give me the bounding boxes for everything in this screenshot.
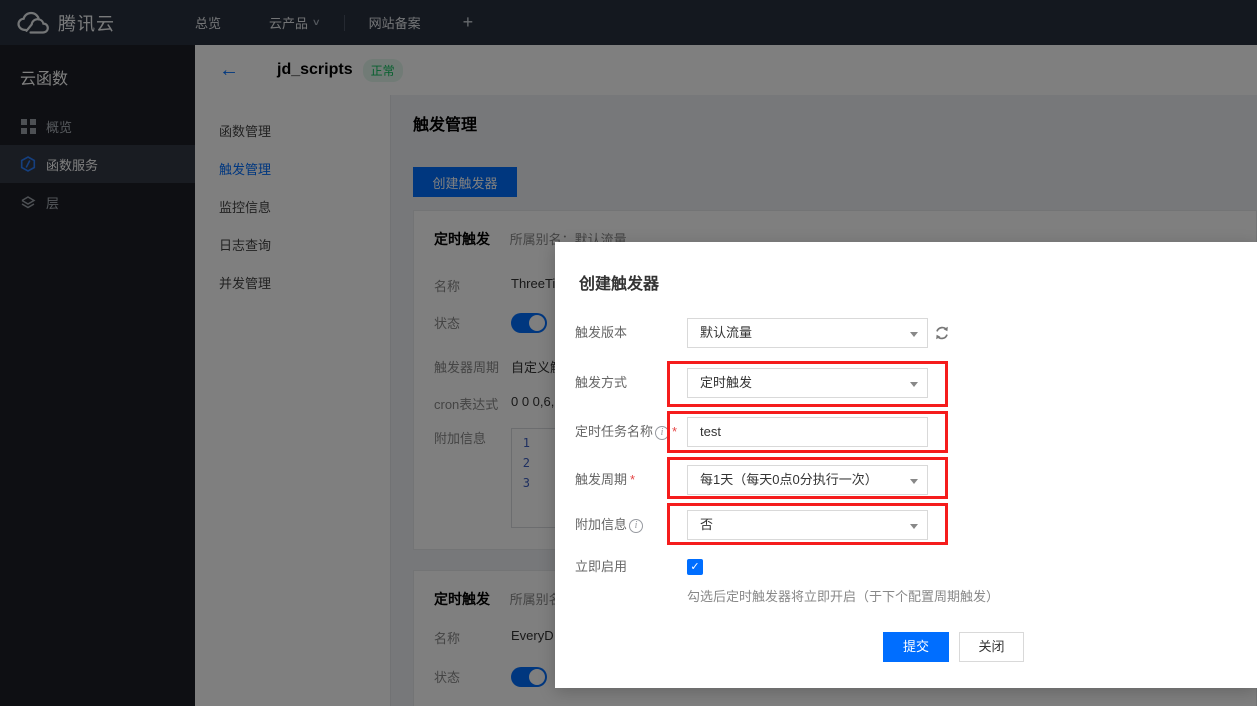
period-select[interactable]: 每1天（每天0点0分执行一次）	[687, 465, 928, 495]
version-select-value: 默认流量	[700, 325, 752, 340]
trigger-type-select[interactable]: 定时触发	[687, 368, 928, 398]
create-trigger-dialog: 创建触发器 触发版本 默认流量 触发方式 定时触发 定时任务名称i*	[555, 242, 1257, 688]
info-icon[interactable]: i	[629, 519, 643, 533]
extra-info-select[interactable]: 否	[687, 510, 928, 540]
info-icon[interactable]: i	[655, 426, 669, 440]
task-name-input-value: test	[700, 424, 721, 439]
trigger-type-select-value: 定时触发	[700, 375, 752, 390]
enable-now-label: 立即启用	[575, 552, 627, 582]
dialog-title: 创建触发器	[579, 270, 659, 294]
extra-info-select-value: 否	[700, 517, 713, 532]
chevron-down-icon	[910, 479, 918, 484]
submit-button[interactable]: 提交	[883, 632, 949, 662]
enable-now-hint: 勾选后定时触发器将立即开启（于下个配置周期触发）	[687, 586, 999, 605]
tencent-cloud-console: 腾讯云 总览 云产品 ∨ 网站备案 + 云函数 概览	[0, 0, 1257, 706]
required-asterisk: *	[630, 472, 635, 487]
extra-info-label: 附加信息i	[575, 510, 643, 540]
trigger-type-label: 触发方式	[575, 368, 627, 398]
task-name-input[interactable]: test	[687, 417, 928, 447]
refresh-icon[interactable]	[933, 324, 951, 342]
close-button[interactable]: 关闭	[959, 632, 1024, 662]
required-asterisk: *	[672, 424, 677, 439]
period-select-value: 每1天（每天0点0分执行一次）	[700, 472, 878, 487]
period-label: 触发周期*	[575, 465, 635, 495]
chevron-down-icon	[910, 332, 918, 337]
enable-now-checkbox[interactable]: ✓	[687, 559, 703, 575]
version-label: 触发版本	[575, 318, 627, 348]
task-name-label: 定时任务名称i*	[575, 417, 677, 447]
version-select[interactable]: 默认流量	[687, 318, 928, 348]
chevron-down-icon	[910, 524, 918, 529]
chevron-down-icon	[910, 382, 918, 387]
